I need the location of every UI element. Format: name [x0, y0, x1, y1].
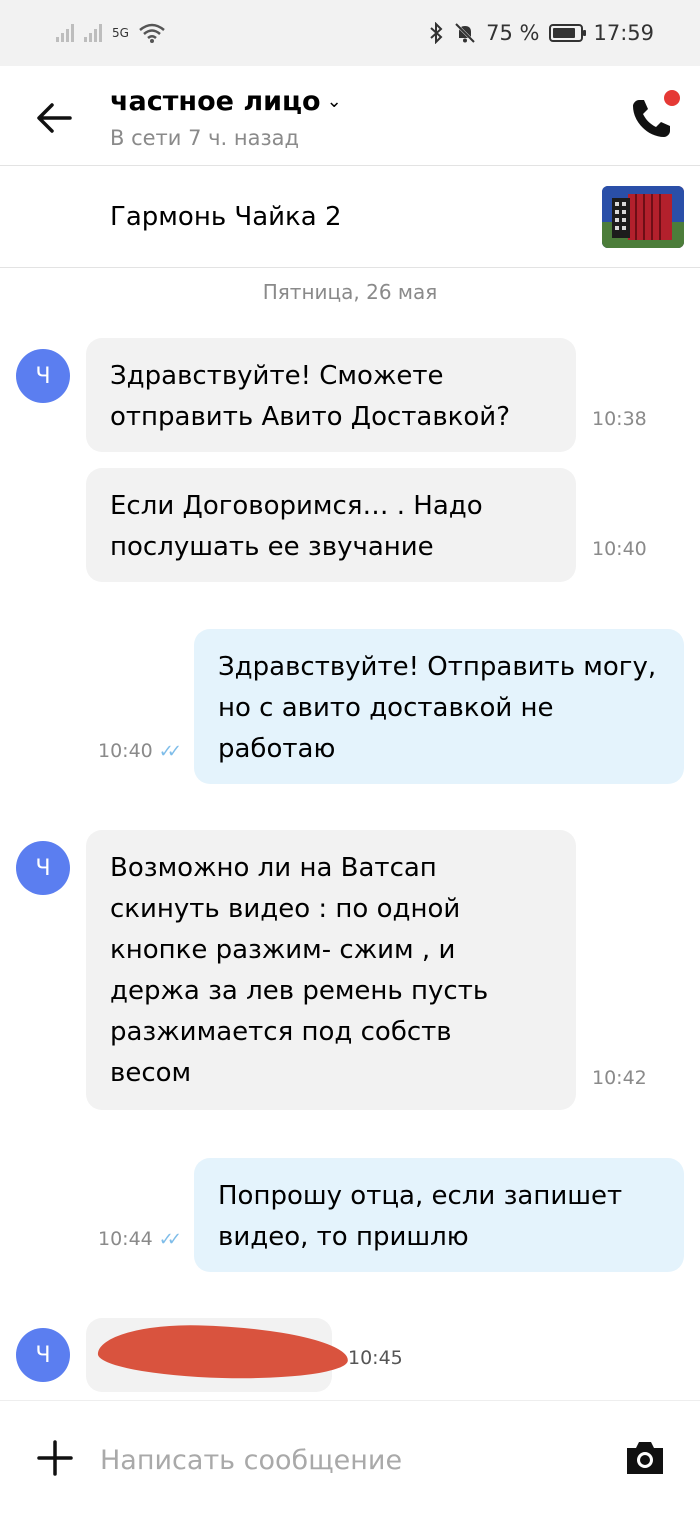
- message-time: 10:45: [348, 1347, 403, 1369]
- network-type: 5G: [112, 26, 129, 40]
- avatar[interactable]: Ч: [16, 1328, 70, 1382]
- message-text: Если Договоримся… . Надо послушать ее зв…: [110, 491, 483, 562]
- arrow-left-icon[interactable]: [34, 98, 74, 138]
- plus-icon[interactable]: [36, 1439, 74, 1477]
- status-left: 5G: [56, 23, 165, 43]
- contact-name: частное лицо: [110, 86, 321, 117]
- message-time: 10:42: [592, 1067, 647, 1089]
- bluetooth-icon: [430, 22, 443, 44]
- contact-name-dropdown[interactable]: частное лицо ⌄: [110, 86, 342, 117]
- message-input[interactable]: [98, 1437, 602, 1483]
- message-time: 10:40: [592, 538, 647, 560]
- incoming-message[interactable]: Возможно ли на Ватсап скинуть видео : по…: [86, 830, 576, 1110]
- battery-icon: [549, 24, 587, 42]
- message-text: Здравствуйте! Отправить могу, но с авито…: [218, 652, 657, 764]
- mute-bell-icon: [455, 22, 476, 44]
- message-time-status: 10:44 ✓✓: [98, 1228, 182, 1250]
- double-check-icon: ✓✓: [158, 740, 182, 762]
- battery-percent: 75 %: [486, 21, 540, 45]
- avatar[interactable]: Ч: [16, 841, 70, 895]
- clock: 17:59: [593, 21, 654, 45]
- contact-status: В сети 7 ч. назад: [110, 126, 300, 150]
- message-text: Здравствуйте! Сможете отправить Авито До…: [110, 361, 510, 432]
- avatar[interactable]: Ч: [16, 349, 70, 403]
- chevron-down-icon: ⌄: [326, 91, 342, 112]
- listing-title: Гармонь Чайка 2: [110, 202, 342, 232]
- listing-thumbnail[interactable]: [602, 186, 684, 248]
- signal-icon-2: [84, 24, 102, 42]
- message-composer: [0, 1400, 700, 1517]
- incoming-message[interactable]: Если Договоримся… . Надо послушать ее зв…: [86, 468, 576, 582]
- wifi-icon: [139, 23, 165, 43]
- listing-card[interactable]: Гармонь Чайка 2: [0, 166, 700, 268]
- message-time-status: 10:40 ✓✓: [98, 740, 182, 762]
- signal-icon: [56, 24, 74, 42]
- date-separator: Пятница, 26 мая: [262, 280, 438, 304]
- chat-header: частное лицо ⌄ В сети 7 ч. назад: [0, 66, 700, 166]
- incoming-message[interactable]: Здравствуйте! Сможете отправить Авито До…: [86, 338, 576, 452]
- outgoing-message[interactable]: Попрошу отца, если запишет видео, то при…: [194, 1158, 684, 1272]
- accordion-image: [602, 186, 684, 248]
- status-right: 75 % 17:59: [428, 21, 654, 45]
- notification-dot: [664, 90, 680, 106]
- status-bar: 5G 75 % 17:59: [0, 0, 700, 66]
- message-time: 10:38: [592, 408, 647, 430]
- camera-icon[interactable]: [624, 1439, 666, 1477]
- outgoing-message[interactable]: Здравствуйте! Отправить могу, но с авито…: [194, 629, 684, 784]
- message-time: 10:40: [98, 740, 153, 762]
- message-text: Возможно ли на Ватсап скинуть видео : по…: [110, 853, 489, 1088]
- message-time: 10:44: [98, 1228, 153, 1250]
- message-text: Попрошу отца, если запишет видео, то при…: [218, 1181, 623, 1252]
- double-check-icon: ✓✓: [158, 1228, 182, 1250]
